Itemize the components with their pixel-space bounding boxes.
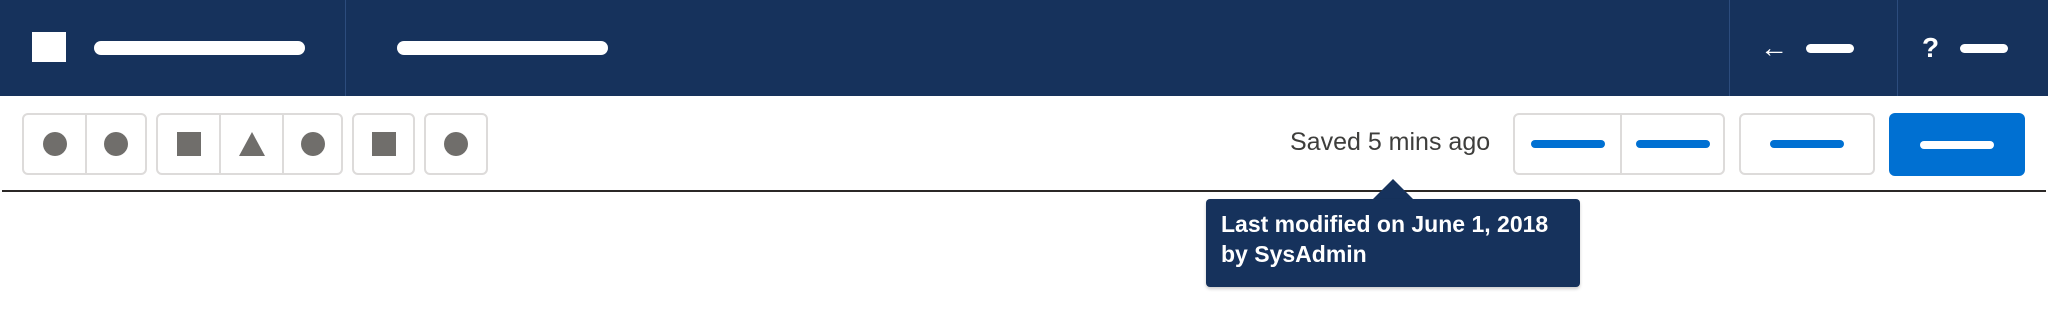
back-button[interactable]: ← xyxy=(1730,0,1896,96)
tooltip-nubbin xyxy=(1373,179,1413,199)
action-button-group xyxy=(1513,113,1725,175)
circle-icon xyxy=(300,132,325,156)
triangle-icon xyxy=(238,132,265,156)
secondary-label-placeholder xyxy=(1770,140,1844,148)
secondary-button-inner[interactable] xyxy=(1741,115,1873,173)
button-group-2 xyxy=(156,113,343,175)
circle-button[interactable] xyxy=(424,113,488,175)
toolbar-divider xyxy=(2,190,2046,192)
action-label-placeholder xyxy=(1530,140,1605,148)
square-button[interactable] xyxy=(158,115,219,173)
primary-label-placeholder xyxy=(1920,140,1994,149)
app-name-placeholder xyxy=(94,41,305,55)
tooltip-line-1: Last modified on June 1, 2018 xyxy=(1221,211,1549,237)
square-icon xyxy=(176,132,201,156)
help-icon: ? xyxy=(1922,32,1940,63)
action-button[interactable] xyxy=(1620,115,1723,173)
action-button[interactable] xyxy=(1515,115,1620,173)
secondary-button[interactable] xyxy=(1739,113,1875,175)
triangle-button[interactable] xyxy=(219,115,282,173)
button-group-1 xyxy=(22,113,147,175)
header-divider xyxy=(345,0,346,96)
circle-icon xyxy=(104,132,128,156)
help-label-placeholder xyxy=(1960,44,2008,53)
saved-status-text[interactable]: Saved 5 mins ago xyxy=(1290,128,1490,157)
circle-icon xyxy=(42,132,67,156)
square-button-inner[interactable] xyxy=(354,115,413,173)
back-arrow-icon: ← xyxy=(1760,32,1788,63)
app-logo-icon[interactable] xyxy=(32,32,66,62)
tooltip-line-2: by SysAdmin xyxy=(1221,241,1367,267)
circle-icon xyxy=(444,132,468,156)
global-header: ← ? xyxy=(0,0,2048,97)
circle-button-inner[interactable] xyxy=(426,115,486,173)
square-button[interactable] xyxy=(352,113,415,175)
action-label-placeholder xyxy=(1635,140,1710,148)
circle-button[interactable] xyxy=(282,115,341,173)
tab-name-placeholder[interactable] xyxy=(397,41,608,55)
help-button[interactable]: ? xyxy=(1898,0,2048,96)
circle-button[interactable] xyxy=(85,115,145,173)
circle-button[interactable] xyxy=(24,115,85,173)
square-icon xyxy=(371,132,396,156)
primary-button[interactable] xyxy=(1889,113,2025,176)
back-label-placeholder xyxy=(1806,44,1854,53)
last-modified-tooltip: Last modified on June 1, 2018 by SysAdmi… xyxy=(1206,199,1580,287)
